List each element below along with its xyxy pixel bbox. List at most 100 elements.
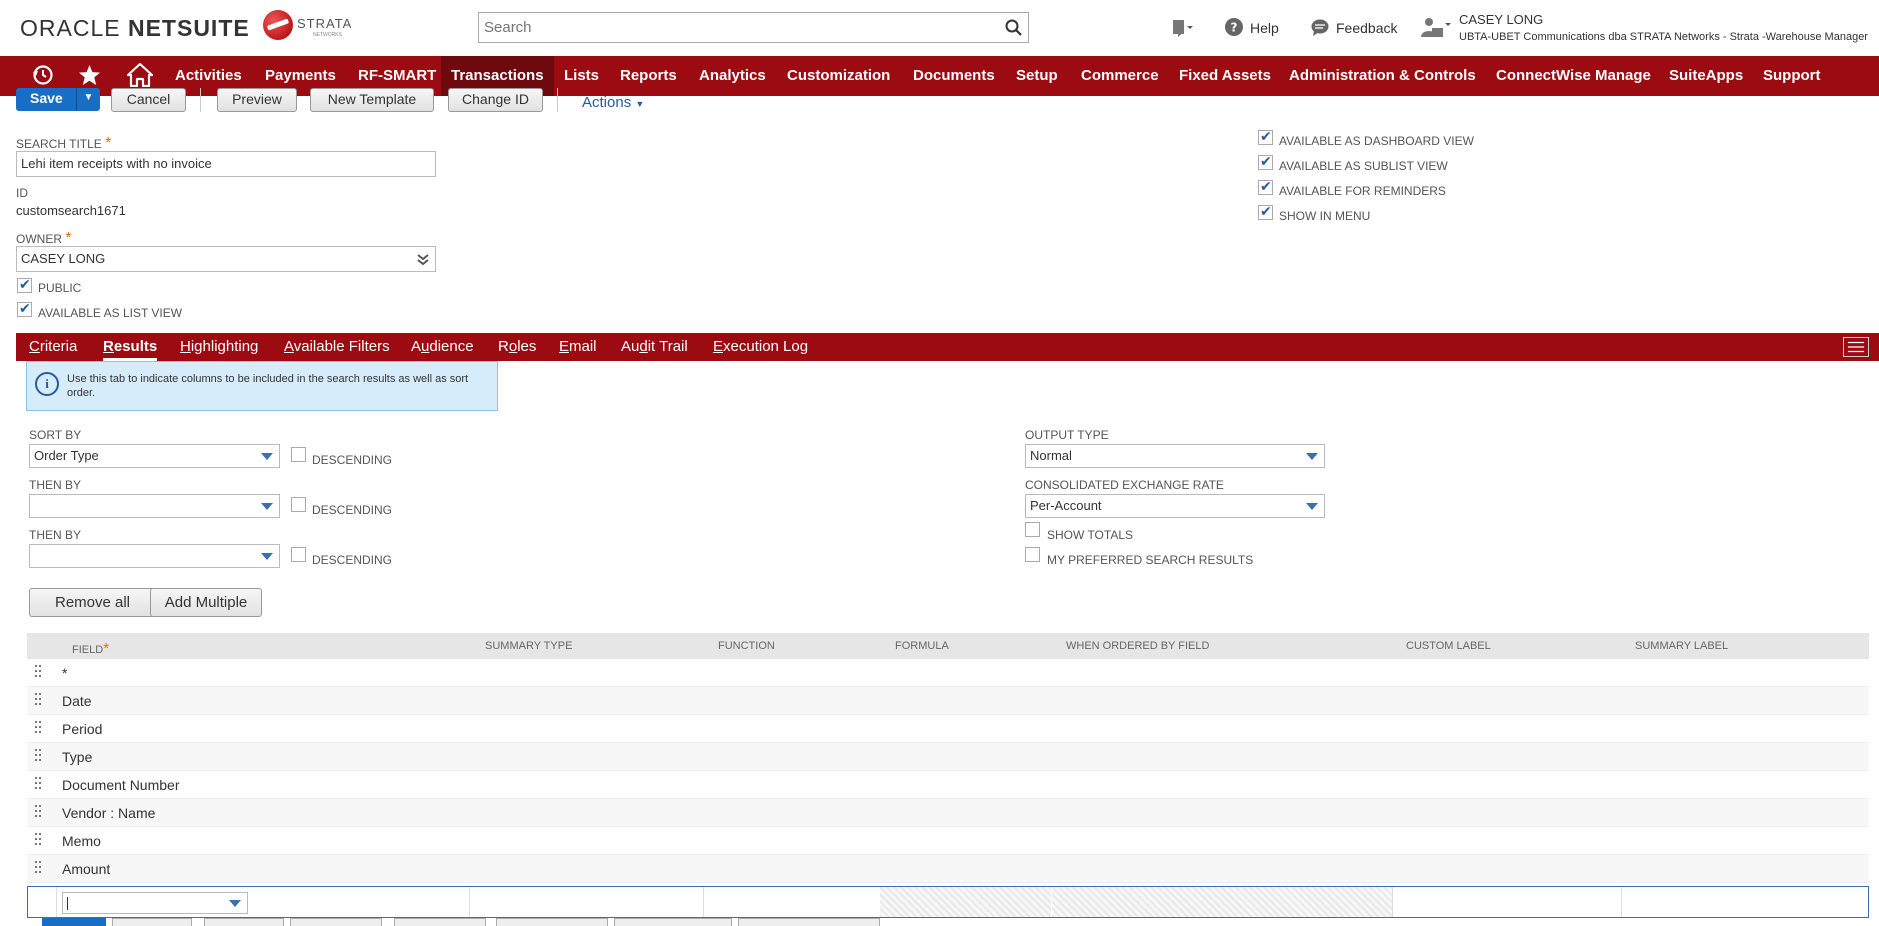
drag-handle-icon[interactable] bbox=[35, 749, 43, 763]
tab-email[interactable]: Email bbox=[559, 333, 597, 361]
table-row[interactable]: Document Number bbox=[27, 771, 1869, 799]
table-row[interactable]: Type bbox=[27, 743, 1869, 771]
save-menu-caret-icon[interactable]: ▼ bbox=[76, 88, 100, 111]
favorites-star-icon[interactable] bbox=[78, 64, 101, 86]
new-template-button[interactable]: New Template bbox=[310, 88, 434, 112]
nav-commerce[interactable]: Commerce bbox=[1081, 56, 1159, 96]
grid-action-button[interactable] bbox=[496, 918, 608, 926]
then-by-2-descending-checkbox[interactable] bbox=[291, 547, 306, 562]
tab-audit-trail[interactable]: Audit Trail bbox=[621, 333, 688, 361]
search-title-field[interactable]: Lehi item receipts with no invoice bbox=[16, 151, 436, 177]
nav-support[interactable]: Support bbox=[1763, 56, 1821, 96]
global-search[interactable] bbox=[478, 12, 1029, 43]
tab-audience[interactable]: Audience bbox=[411, 333, 474, 361]
preferred-results-checkbox[interactable] bbox=[1025, 547, 1040, 562]
output-type-select[interactable]: Normal bbox=[1025, 444, 1325, 468]
change-id-button[interactable]: Change ID bbox=[448, 88, 543, 112]
remove-all-button[interactable]: Remove all bbox=[29, 588, 156, 617]
owner-select[interactable]: CASEY LONG bbox=[16, 246, 436, 272]
nav-reports[interactable]: Reports bbox=[620, 56, 677, 96]
save-button[interactable]: Save ▼ bbox=[16, 88, 100, 111]
actions-menu[interactable]: Actions ▼ bbox=[582, 94, 644, 111]
drag-handle-icon[interactable] bbox=[35, 693, 43, 707]
table-row[interactable]: Memo bbox=[27, 827, 1869, 855]
drag-handle-icon[interactable] bbox=[35, 665, 43, 679]
sort-by-select[interactable]: Order Type bbox=[29, 444, 280, 468]
double-chevron-down-icon[interactable] bbox=[417, 254, 429, 266]
grid-action-button[interactable] bbox=[614, 918, 732, 926]
tab-roles[interactable]: Roles bbox=[498, 333, 536, 361]
help-icon[interactable]: ? bbox=[1225, 18, 1243, 36]
user-name[interactable]: CASEY LONG bbox=[1459, 12, 1543, 27]
recent-records-icon[interactable] bbox=[1170, 18, 1194, 38]
grid-action-button[interactable] bbox=[204, 918, 284, 926]
tab-available-filters[interactable]: Available Filters bbox=[284, 333, 390, 361]
drag-handle-icon[interactable] bbox=[35, 861, 43, 875]
show-in-menu-checkbox[interactable] bbox=[1258, 203, 1273, 220]
add-multiple-button[interactable]: Add Multiple bbox=[150, 588, 262, 617]
tab-available-filters-text: vailable Filters bbox=[293, 338, 390, 355]
col-formula[interactable]: FORMULA bbox=[895, 640, 949, 652]
feedback-icon[interactable] bbox=[1311, 19, 1329, 36]
col-custom-label[interactable]: CUSTOM LABEL bbox=[1406, 640, 1491, 652]
drag-handle-icon[interactable] bbox=[35, 833, 43, 847]
company-logo[interactable]: STRATA NETWORKS bbox=[263, 10, 363, 46]
search-input[interactable] bbox=[479, 13, 979, 42]
table-row[interactable]: Amount bbox=[27, 855, 1869, 883]
grid-action-button[interactable] bbox=[290, 918, 382, 926]
then-by-1-descending-checkbox[interactable] bbox=[291, 497, 306, 512]
grid-action-button[interactable] bbox=[394, 918, 486, 926]
nav-administration-controls[interactable]: Administration & Controls bbox=[1289, 56, 1476, 96]
col-field[interactable]: FIELD* bbox=[72, 640, 109, 657]
tab-layout-menu-icon[interactable] bbox=[1843, 337, 1869, 357]
user-role[interactable]: UBTA-UBET Communications dba STRATA Netw… bbox=[1459, 31, 1868, 43]
user-roles-icon[interactable] bbox=[1420, 17, 1452, 39]
help-link[interactable]: Help bbox=[1250, 20, 1279, 36]
new-field-select[interactable] bbox=[62, 892, 248, 914]
grid-action-button[interactable] bbox=[112, 918, 192, 926]
grid-action-button[interactable] bbox=[738, 918, 880, 926]
table-row[interactable]: * bbox=[27, 659, 1869, 687]
tab-execution-log[interactable]: Execution Log bbox=[713, 333, 808, 361]
drag-handle-icon[interactable] bbox=[35, 721, 43, 735]
search-icon[interactable] bbox=[1005, 19, 1022, 36]
tab-criteria[interactable]: Criteria bbox=[29, 333, 77, 361]
show-totals-checkbox[interactable] bbox=[1025, 522, 1040, 537]
nav-documents[interactable]: Documents bbox=[913, 56, 995, 96]
oracle-netsuite-logo[interactable]: ORACLE NETSUITE bbox=[20, 15, 250, 42]
table-row[interactable]: Period bbox=[27, 715, 1869, 743]
then-by-select-1[interactable] bbox=[29, 494, 280, 518]
recent-history-icon[interactable] bbox=[32, 64, 54, 86]
grid-add-button[interactable] bbox=[42, 918, 106, 926]
drag-handle-icon[interactable] bbox=[35, 805, 43, 819]
table-row[interactable]: Vendor : Name bbox=[27, 799, 1869, 827]
then-by-select-2[interactable] bbox=[29, 544, 280, 568]
col-summary-label[interactable]: SUMMARY LABEL bbox=[1635, 640, 1728, 652]
new-row-editor[interactable] bbox=[27, 886, 1869, 918]
table-row[interactable]: Date bbox=[27, 687, 1869, 715]
nav-lists[interactable]: Lists bbox=[564, 56, 599, 96]
nav-fixed-assets[interactable]: Fixed Assets bbox=[1179, 56, 1271, 96]
reminders-checkbox[interactable] bbox=[1258, 178, 1273, 195]
nav-suiteapps[interactable]: SuiteApps bbox=[1669, 56, 1743, 96]
tab-highlighting[interactable]: Highlighting bbox=[180, 333, 258, 361]
nav-setup[interactable]: Setup bbox=[1016, 56, 1058, 96]
public-checkbox[interactable] bbox=[17, 276, 32, 293]
col-function[interactable]: FUNCTION bbox=[718, 640, 775, 652]
nav-customization[interactable]: Customization bbox=[787, 56, 890, 96]
nav-analytics[interactable]: Analytics bbox=[699, 56, 766, 96]
list-view-checkbox[interactable] bbox=[17, 300, 32, 317]
nav-connectwise-manage[interactable]: ConnectWise Manage bbox=[1496, 56, 1651, 96]
home-icon[interactable] bbox=[127, 63, 153, 87]
sort-descending-checkbox[interactable] bbox=[291, 447, 306, 462]
col-summary-type[interactable]: SUMMARY TYPE bbox=[485, 640, 572, 652]
drag-handle-icon[interactable] bbox=[35, 777, 43, 791]
preview-button[interactable]: Preview bbox=[217, 88, 297, 112]
exchange-rate-select[interactable]: Per-Account bbox=[1025, 494, 1325, 518]
dashboard-view-checkbox[interactable] bbox=[1258, 128, 1273, 145]
col-when-ordered-by-field[interactable]: WHEN ORDERED BY FIELD bbox=[1066, 640, 1209, 652]
feedback-link[interactable]: Feedback bbox=[1336, 20, 1397, 36]
tab-results[interactable]: Results bbox=[103, 333, 158, 361]
sublist-view-checkbox[interactable] bbox=[1258, 153, 1273, 170]
cancel-button[interactable]: Cancel bbox=[111, 88, 186, 112]
